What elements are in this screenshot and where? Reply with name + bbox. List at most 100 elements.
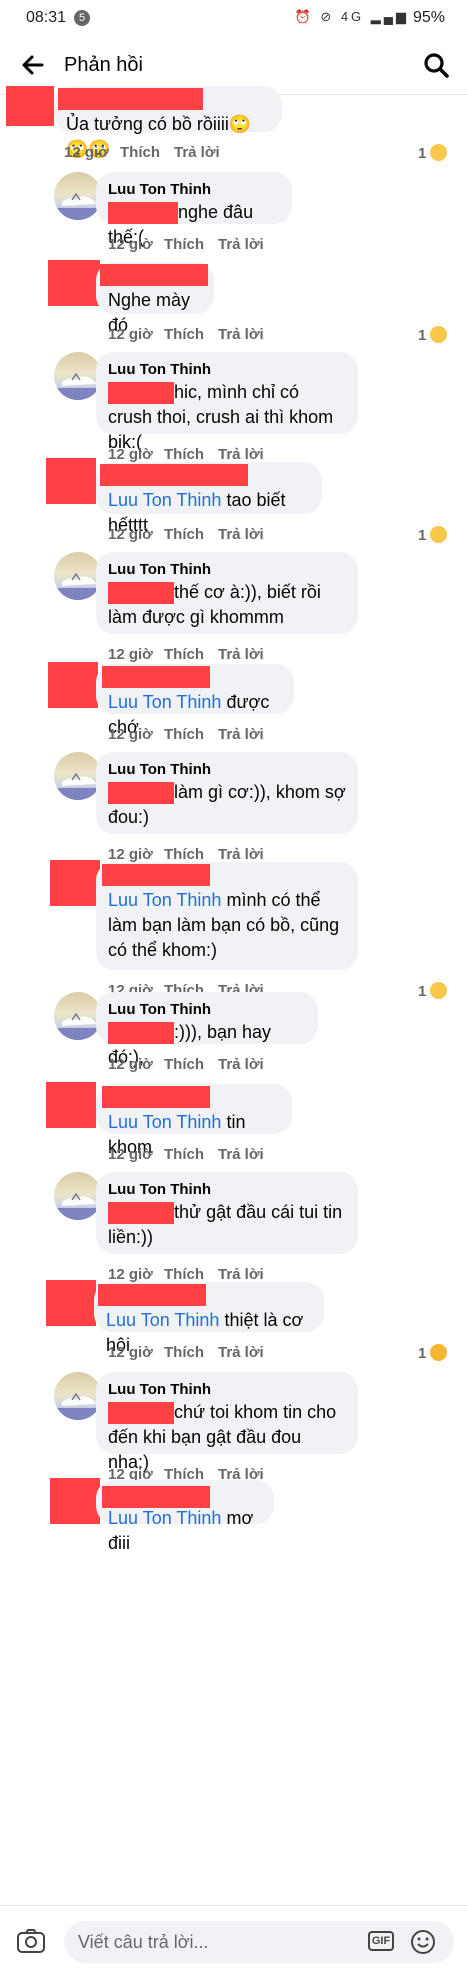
sad-reaction-icon bbox=[430, 982, 448, 999]
comment-item: Luu Ton Thinh thử gật đầu cái tui tin liề… bbox=[0, 1172, 467, 1283]
author-name-redacted[interactable] bbox=[102, 1086, 210, 1108]
avatar[interactable] bbox=[54, 352, 102, 400]
avatar-redacted[interactable] bbox=[46, 458, 96, 504]
reply-button[interactable]: Trả lời bbox=[218, 646, 264, 663]
avatar-redacted[interactable] bbox=[50, 1478, 100, 1524]
comment-text: hic, mình chỉ có crush thoi, crush ai th… bbox=[108, 380, 346, 455]
comment-text: thế cơ à:)), biết rồi làm được gì khommm bbox=[108, 580, 346, 630]
like-button[interactable]: Thích bbox=[164, 446, 204, 463]
like-button[interactable]: Thích bbox=[164, 236, 204, 253]
like-button[interactable]: Thích bbox=[164, 726, 204, 743]
reaction-summary[interactable]: 1 bbox=[418, 982, 448, 1000]
mention-link[interactable]: Luu Ton Thinh bbox=[108, 1112, 221, 1132]
like-button[interactable]: Thích bbox=[164, 326, 204, 343]
comment-timestamp: 12 giờ bbox=[108, 1056, 153, 1073]
avatar-redacted[interactable] bbox=[46, 1082, 96, 1128]
author-name-redacted[interactable] bbox=[100, 464, 248, 486]
reaction-summary[interactable]: 1 bbox=[418, 1344, 448, 1362]
author-name[interactable]: Luu Ton Thinh bbox=[108, 1380, 346, 1400]
mention-redacted[interactable] bbox=[108, 382, 174, 405]
gif-button[interactable]: GIF bbox=[368, 1931, 394, 1951]
comment-bubble: Luu Ton Thinh hic, mình chỉ có crush thoi… bbox=[96, 352, 358, 452]
comment-bubble: Nghe mày đó bbox=[96, 262, 214, 335]
reply-input[interactable]: Viết câu trả lời... GIF bbox=[64, 1921, 454, 1963]
reply-button[interactable]: Trả lời bbox=[218, 1146, 264, 1163]
comment-text: chứ toi khom tin cho đến khi bạn gật đầu… bbox=[108, 1400, 346, 1475]
comment-item: Luu Ton Thinh thế cơ à:)), biết rồi làm đ… bbox=[0, 552, 467, 663]
laugh-reaction-icon bbox=[430, 1344, 448, 1361]
comment-bubble: Luu Ton Thinh tao biết hếtttt bbox=[96, 462, 322, 535]
author-name-redacted[interactable] bbox=[102, 864, 210, 886]
reply-button[interactable]: Trả lời bbox=[218, 526, 264, 543]
author-name-redacted[interactable] bbox=[102, 1486, 210, 1508]
avatar[interactable] bbox=[54, 1372, 102, 1420]
reply-button[interactable]: Trả lời bbox=[174, 144, 220, 161]
avatar-redacted[interactable] bbox=[46, 1280, 96, 1326]
comment-timestamp: 12 giờ bbox=[108, 446, 153, 463]
author-name[interactable]: Luu Ton Thinh bbox=[108, 180, 280, 200]
reply-button[interactable]: Trả lời bbox=[218, 446, 264, 463]
avatar-redacted[interactable] bbox=[50, 860, 100, 906]
avatar-redacted[interactable] bbox=[48, 260, 100, 306]
camera-icon[interactable] bbox=[16, 1928, 46, 1954]
author-name-redacted[interactable] bbox=[58, 88, 203, 110]
reaction-summary[interactable]: 1 bbox=[418, 144, 448, 162]
avatar[interactable] bbox=[54, 752, 102, 800]
mention-redacted[interactable] bbox=[108, 1202, 174, 1225]
comment-item: Luu Ton Thinh:))), bạn hay đó:), 12 giờ Th… bbox=[0, 992, 467, 1073]
comment-bubble: Luu Ton Thinh thế cơ à:)), biết rồi làm đ… bbox=[96, 552, 358, 634]
reply-button[interactable]: Trả lời bbox=[218, 326, 264, 343]
author-name[interactable]: Luu Ton Thinh bbox=[108, 1000, 306, 1020]
reply-button[interactable]: Trả lời bbox=[218, 726, 264, 743]
reaction-summary[interactable]: 1 bbox=[418, 526, 448, 544]
avatar-redacted[interactable] bbox=[6, 86, 54, 126]
emoji-icon[interactable] bbox=[410, 1929, 436, 1955]
comment-item: Luu Ton Thinh mình có thể làm bạn làm bạ… bbox=[0, 860, 467, 1000]
like-button[interactable]: Thích bbox=[164, 646, 204, 663]
author-name-redacted[interactable] bbox=[98, 1284, 206, 1306]
mention-link[interactable]: Luu Ton Thinh bbox=[108, 490, 221, 510]
reaction-summary[interactable]: 1 bbox=[418, 326, 448, 344]
comment-bubble: Luu Ton Thinh được chớ bbox=[96, 664, 294, 737]
like-button[interactable]: Thích bbox=[120, 144, 160, 161]
like-button[interactable]: Thích bbox=[164, 1056, 204, 1073]
mention-redacted[interactable] bbox=[108, 202, 178, 225]
author-name[interactable]: Luu Ton Thinh bbox=[108, 1180, 346, 1200]
reply-button[interactable]: Trả lời bbox=[218, 1344, 264, 1361]
like-button[interactable]: Thích bbox=[164, 526, 204, 543]
avatar[interactable] bbox=[54, 992, 102, 1040]
author-name[interactable]: Luu Ton Thinh bbox=[108, 760, 346, 780]
mention-redacted[interactable] bbox=[108, 1402, 174, 1425]
author-name-redacted[interactable] bbox=[100, 264, 208, 286]
back-arrow-icon[interactable] bbox=[18, 50, 48, 80]
avatar[interactable] bbox=[54, 172, 102, 220]
author-name[interactable]: Luu Ton Thinh bbox=[108, 560, 346, 580]
mention-redacted[interactable] bbox=[108, 1022, 174, 1045]
mention-redacted[interactable] bbox=[108, 782, 174, 805]
comment-text: Luu Ton Thinh mơ điii bbox=[108, 1506, 262, 1556]
comment-bubble: Luu Ton Thinh tin khom bbox=[96, 1084, 292, 1157]
avatar[interactable] bbox=[54, 1172, 102, 1220]
comment-text: thử gật đầu cái tui tin liền:)) bbox=[108, 1200, 346, 1250]
avatar[interactable] bbox=[54, 552, 102, 600]
mention-link[interactable]: Luu Ton Thinh bbox=[108, 890, 221, 910]
comment-timestamp: 12 giờ bbox=[108, 326, 153, 343]
comment-item: Luu Ton Thinh hic, mình chỉ có crush thoi… bbox=[0, 352, 467, 463]
reply-button[interactable]: Trả lời bbox=[218, 1056, 264, 1073]
like-button[interactable]: Thích bbox=[164, 1146, 204, 1163]
author-name-redacted[interactable] bbox=[102, 666, 210, 688]
reaction-count: 1 bbox=[418, 145, 427, 162]
comment-bubble: Luu Ton Thinh mơ điii bbox=[96, 1480, 274, 1553]
mention-redacted[interactable] bbox=[108, 582, 174, 605]
comment-item: Luu Ton Thinh được chớ 12 giờ Thích Trả lời bbox=[0, 662, 467, 743]
sad-reaction-icon bbox=[430, 326, 448, 343]
mention-link[interactable]: Luu Ton Thinh bbox=[108, 1508, 221, 1528]
avatar-redacted[interactable] bbox=[48, 662, 98, 708]
like-button[interactable]: Thích bbox=[164, 1344, 204, 1361]
search-icon[interactable] bbox=[421, 50, 451, 80]
reply-button[interactable]: Trả lời bbox=[218, 236, 264, 253]
author-name[interactable]: Luu Ton Thinh bbox=[108, 360, 346, 380]
mention-link[interactable]: Luu Ton Thinh bbox=[108, 692, 221, 712]
comment-timestamp: 12 giờ bbox=[64, 144, 109, 161]
mention-link[interactable]: Luu Ton Thinh bbox=[106, 1310, 219, 1330]
